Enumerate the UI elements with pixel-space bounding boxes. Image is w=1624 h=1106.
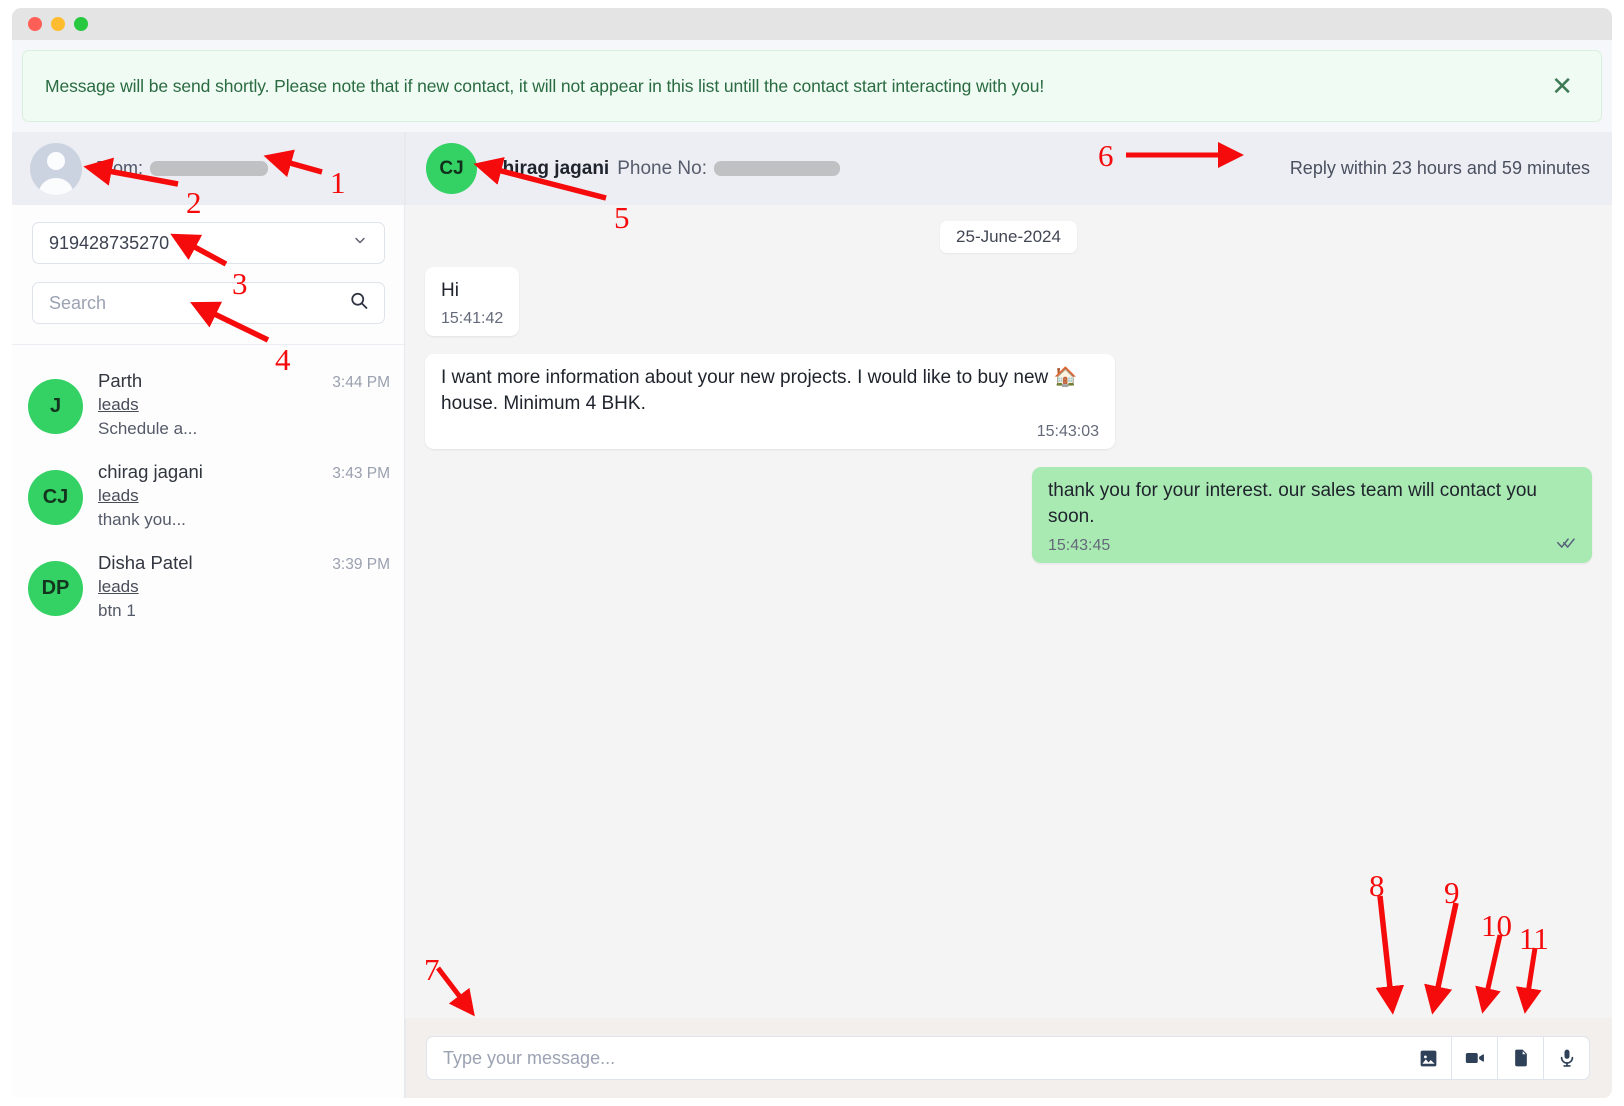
contact-preview: thank you... (98, 510, 390, 530)
contact-preview: btn 1 (98, 601, 390, 621)
message-composer (405, 1018, 1612, 1098)
number-select-wrap: 919428735270 (32, 222, 384, 264)
alert-banner: Message will be send shortly. Please not… (22, 50, 1602, 122)
contact-time: 3:44 PM (322, 374, 390, 392)
document-icon[interactable] (1498, 1036, 1544, 1080)
microphone-icon[interactable] (1544, 1036, 1590, 1080)
chat-header: CJ chirag jagani Phone No: Reply within … (405, 132, 1612, 205)
message-time: 15:41:42 (441, 310, 503, 328)
contact-name: Parth (98, 370, 142, 392)
message-bubble-outgoing[interactable]: thank you for your interest. our sales t… (1032, 467, 1592, 563)
contact-tag[interactable]: leads (98, 395, 139, 415)
avatar: CJ (28, 470, 83, 525)
message-input[interactable] (426, 1036, 1406, 1080)
chat-contact-name: chirag jagani (492, 158, 609, 180)
search-input[interactable] (32, 282, 385, 324)
contact-name: Disha Patel (98, 552, 193, 574)
list-item[interactable]: CJ chirag jagani 3:43 PM leads thank you… (12, 450, 404, 541)
message-time: 15:43:03 (1037, 423, 1099, 441)
message-text: I want more information about your new p… (441, 365, 1099, 416)
chat-panel: CJ chirag jagani Phone No: Reply within … (405, 132, 1612, 1098)
list-item[interactable]: DP Disha Patel 3:39 PM leads btn 1 (12, 541, 404, 632)
contact-list[interactable]: J Parth 3:44 PM leads Schedule a... CJ (12, 345, 404, 1098)
attachment-buttons (1406, 1036, 1590, 1080)
minimize-window-button[interactable] (51, 17, 65, 31)
contact-tag[interactable]: leads (98, 577, 139, 597)
number-select[interactable]: 919428735270 (32, 222, 385, 264)
avatar: DP (28, 561, 83, 616)
image-icon[interactable] (1406, 1036, 1452, 1080)
chat-phone-redacted (714, 161, 840, 176)
message-meta: 15:41:42 (441, 310, 503, 328)
from-bar: From: (12, 132, 404, 205)
alert-message: Message will be send shortly. Please not… (45, 76, 1545, 97)
chat-phone-label: Phone No: (617, 158, 707, 180)
contacts-sidebar: From: 919428735270 (12, 132, 405, 1098)
close-window-button[interactable] (28, 17, 42, 31)
date-separator-row: 25-June-2024 (425, 221, 1592, 253)
search-wrap (32, 282, 384, 324)
contact-time: 3:43 PM (322, 465, 390, 483)
contact-preview: Schedule a... (98, 419, 390, 439)
message-list[interactable]: 25-June-2024 Hi 15:41:42 I want more inf… (405, 205, 1612, 1018)
maximize-window-button[interactable] (74, 17, 88, 31)
number-select-value: 919428735270 (49, 233, 169, 254)
message-row: thank you for your interest. our sales t… (425, 467, 1592, 563)
video-icon[interactable] (1452, 1036, 1498, 1080)
from-label: From: (96, 158, 143, 179)
contact-time: 3:39 PM (322, 556, 390, 574)
message-time: 15:43:45 (1048, 537, 1110, 555)
avatar: J (28, 379, 83, 434)
app-root: Message will be send shortly. Please not… (0, 0, 1624, 1106)
from-number-redacted (150, 161, 268, 176)
message-meta: 15:43:45 (1048, 536, 1576, 555)
date-separator: 25-June-2024 (940, 221, 1077, 253)
message-bubble-incoming[interactable]: Hi 15:41:42 (425, 267, 519, 336)
main-content: From: 919428735270 (12, 132, 1612, 1098)
double-check-icon (1557, 536, 1576, 555)
search-icon[interactable] (349, 291, 369, 316)
message-row: Hi 15:41:42 (425, 267, 1592, 336)
message-bubble-incoming[interactable]: I want more information about your new p… (425, 354, 1115, 449)
message-text: Hi (441, 278, 503, 303)
contact-name: chirag jagani (98, 461, 203, 483)
window-body: Message will be send shortly. Please not… (12, 40, 1612, 1098)
message-text: thank you for your interest. our sales t… (1048, 478, 1576, 529)
reply-window-text: Reply within 23 hours and 59 minutes (1290, 158, 1590, 179)
from-label-wrap: From: (96, 158, 268, 179)
close-icon[interactable]: ✕ (1545, 69, 1579, 103)
message-meta: 15:43:03 (441, 423, 1099, 441)
avatar: CJ (426, 143, 477, 194)
window-titlebar (12, 8, 1612, 40)
avatar (30, 143, 82, 195)
list-item[interactable]: J Parth 3:44 PM leads Schedule a... (12, 359, 404, 450)
contact-tag[interactable]: leads (98, 486, 139, 506)
message-row: I want more information about your new p… (425, 354, 1592, 449)
